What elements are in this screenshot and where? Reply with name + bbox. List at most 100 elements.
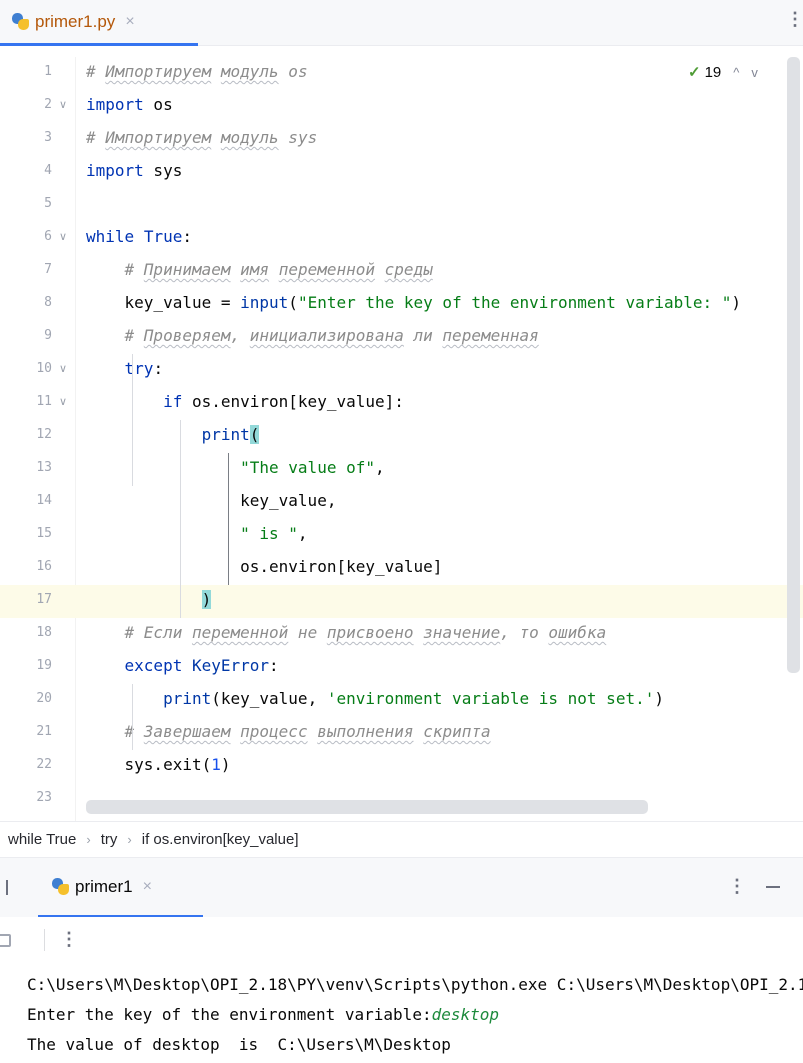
code-line[interactable]: 1 # Импортируем модуль os [0, 57, 803, 90]
file-tab-primer1[interactable]: primer1.py × [0, 0, 198, 46]
close-icon[interactable]: × [143, 878, 152, 896]
more-options-icon[interactable]: ⋮ [728, 876, 746, 897]
code-text: # Если переменной не присвоено значение,… [124, 623, 607, 642]
breadcrumb-item[interactable]: while True [8, 831, 76, 848]
vertical-scrollbar[interactable] [787, 57, 800, 673]
breadcrumb-item[interactable]: try [101, 831, 118, 848]
line-number: 13 [36, 460, 52, 475]
line-number: 15 [36, 526, 52, 541]
code-text: # Принимаем имя переменной среды [124, 260, 433, 279]
code-text: import os [86, 95, 173, 114]
python-file-icon [12, 13, 29, 30]
code-line[interactable]: 9 # Проверяем, инициализирована ли перем… [0, 321, 803, 354]
indent-guide [132, 684, 133, 750]
line-number: 4 [44, 163, 52, 178]
line-number: 11 [36, 394, 52, 409]
line-number: 22 [36, 757, 52, 772]
code-text: if os.environ[key_value]: [163, 392, 404, 411]
code-line[interactable]: 20 print(key_value, 'environment variabl… [0, 684, 803, 717]
python-file-icon [52, 878, 69, 895]
run-toolbar: ⋮ [0, 917, 803, 971]
run-console[interactable]: C:\Users\M\Desktop\OPI_2.18\PY\venv\Scri… [0, 971, 803, 1063]
code-text: # Завершаем процесс выполнения скрипта [124, 722, 491, 741]
code-line[interactable]: 16 os.environ[key_value] [0, 552, 803, 585]
line-number: 20 [36, 691, 52, 706]
code-line[interactable]: 21 # Завершаем процесс выполнения скрипт… [0, 717, 803, 750]
line-number: 16 [36, 559, 52, 574]
line-number: 8 [44, 295, 52, 310]
check-icon: ✓ [688, 64, 701, 81]
editor-tab-bar: primer1.py × ⋮ [0, 0, 803, 46]
breadcrumb: while True › try › if os.environ[key_val… [0, 821, 803, 857]
line-number: 5 [44, 196, 52, 211]
indent-guide-active [228, 453, 229, 585]
code-line[interactable]: 14 key_value, [0, 486, 803, 519]
code-text: "The value of", [240, 458, 385, 477]
code-line[interactable]: 12 print( [0, 420, 803, 453]
indent-guide [132, 354, 133, 486]
toolbar-separator [44, 929, 45, 951]
breadcrumb-separator: › [86, 832, 91, 847]
toolwindow-edge-icon [6, 880, 8, 895]
code-line[interactable]: 17 ) [0, 585, 803, 618]
breadcrumb-separator: › [127, 832, 132, 847]
code-line[interactable]: 11 ∨ if os.environ[key_value]: [0, 387, 803, 420]
horizontal-scrollbar[interactable] [86, 800, 648, 814]
close-icon[interactable]: × [125, 13, 134, 31]
code-line[interactable]: 10 ∨ try: [0, 354, 803, 387]
line-number: 12 [36, 427, 52, 442]
code-text: try: [124, 359, 164, 378]
line-number: 7 [44, 262, 52, 277]
line-number: 17 [36, 592, 52, 607]
code-line[interactable]: 7 # Принимаем имя переменной среды [0, 255, 803, 288]
code-line[interactable]: 6 ∨ while True: [0, 222, 803, 255]
code-line[interactable]: 19 except KeyError: [0, 651, 803, 684]
code-line[interactable]: 22 sys.exit(1) [0, 750, 803, 783]
code-line[interactable]: 8 key_value = input("Enter the key of th… [0, 288, 803, 321]
code-editor[interactable]: 1 # Импортируем модуль os 2 ∨ import os 3 # Им… [0, 57, 803, 821]
code-line[interactable]: 2 ∨ import os [0, 90, 803, 123]
file-tab-title: primer1.py [35, 11, 116, 31]
code-text: sys.exit(1) [86, 755, 231, 774]
line-number: 6 [44, 229, 52, 244]
code-text: print( [201, 425, 260, 444]
fold-icon[interactable]: ∨ [59, 222, 67, 252]
fold-icon[interactable]: ∨ [59, 90, 67, 120]
code-text: key_value = input("Enter the key of the … [86, 293, 742, 312]
code-text: os.environ[key_value] [86, 557, 443, 576]
code-text: # Импортируем модуль sys [86, 128, 318, 147]
line-number: 19 [36, 658, 52, 673]
run-tab-primer1[interactable]: primer1 × [38, 858, 203, 918]
chevron-down-icon[interactable]: v [751, 65, 758, 80]
line-number: 21 [36, 724, 52, 739]
code-line[interactable]: 18 # Если переменной не присвоено значен… [0, 618, 803, 651]
console-user-input: desktop [431, 1005, 500, 1024]
code-text: print(key_value, 'environment variable i… [163, 689, 664, 708]
code-text: except KeyError: [124, 656, 279, 675]
breadcrumb-item[interactable]: if os.environ[key_value] [142, 831, 299, 848]
line-number: 23 [36, 790, 52, 805]
code-line[interactable]: 3 # Импортируем модуль sys [0, 123, 803, 156]
code-text: while True: [86, 227, 192, 246]
line-number: 3 [44, 130, 52, 145]
code-text: import sys [86, 161, 183, 180]
minimize-icon[interactable] [766, 886, 780, 888]
line-number: 2 [44, 97, 52, 112]
chevron-up-icon[interactable]: ^ [733, 65, 739, 80]
code-text: # Проверяем, инициализирована ли перемен… [124, 326, 539, 345]
code-line[interactable]: 4 import sys [0, 156, 803, 189]
stop-icon[interactable] [0, 934, 11, 947]
code-line[interactable]: 13 "The value of", [0, 453, 803, 486]
fold-icon[interactable]: ∨ [59, 387, 67, 417]
line-number: 18 [36, 625, 52, 640]
indent-guide [180, 420, 181, 618]
console-line: The value of desktop is C:\Users\M\Deskt… [27, 1035, 451, 1054]
fold-icon[interactable]: ∨ [59, 354, 67, 384]
more-options-icon[interactable]: ⋮ [786, 9, 803, 30]
code-line[interactable]: 5 [0, 189, 803, 222]
code-text: " is ", [240, 524, 308, 543]
code-line[interactable]: 15 " is ", [0, 519, 803, 552]
inspection-widget[interactable]: ✓ 19 ^ v [688, 57, 758, 87]
more-options-icon[interactable]: ⋮ [60, 929, 78, 950]
code-text: key_value, [86, 491, 337, 510]
